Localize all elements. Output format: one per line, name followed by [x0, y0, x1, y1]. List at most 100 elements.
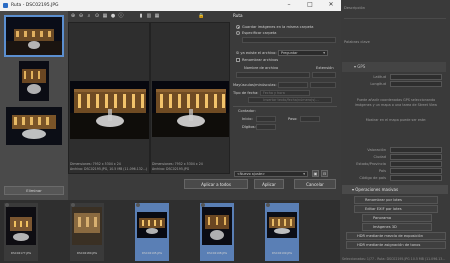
preset-value: <Nuevo ajuste> [237, 172, 265, 176]
film-badge-icon [136, 203, 140, 207]
quad-view-icon[interactable]: ▦ [154, 13, 160, 19]
dialog-titlebar[interactable]: Ruta - DSC02195.JPG – □ ✕ [0, 0, 341, 11]
thumbnail-2[interactable] [19, 61, 49, 101]
single-view-icon[interactable]: ▮ [138, 13, 144, 19]
case-select-name[interactable] [278, 82, 308, 88]
film-thumbnail [6, 207, 36, 245]
city-field[interactable] [390, 154, 442, 160]
film-badge-icon [266, 203, 270, 207]
rename-files-checkbox[interactable] [236, 58, 240, 62]
thumbnail-3[interactable] [6, 107, 62, 145]
original-file-info: Archivo: DSC02195.JPG, 10.5 MB (11.096.1… [70, 167, 148, 171]
batch-ops-header-text: Operaciones masivas [355, 187, 399, 192]
digits-label: Dígitos: [242, 125, 256, 129]
specify-folder-label: Especificar carpeta [242, 31, 277, 35]
longitude-field[interactable] [390, 81, 442, 87]
preview-toolbar: ⊕ ⊖ ⌕ ⊙ ▦ ● ⓘ ▮ ▥ ▦ 🔒 [68, 11, 230, 22]
close-icon[interactable]: ✕ [321, 0, 341, 11]
thumbnail-selected[interactable] [4, 15, 64, 57]
night-fountain-image [70, 81, 149, 139]
film-name: DSC02195.JPG [141, 251, 163, 255]
maximize-icon[interactable]: □ [300, 0, 320, 11]
film-thumbnail [72, 207, 102, 245]
split-view-icon[interactable]: ▥ [146, 13, 152, 19]
dialog-bottom-bar: <Nuevo ajuste> ▾ ▣ ⊟ Aplicar a todos Apl… [68, 170, 341, 200]
zoom-in-icon[interactable]: ⊕ [70, 13, 76, 19]
apply-all-button[interactable]: Aplicar a todos [184, 179, 248, 189]
rename-dialog: Ruta - DSC02195.JPG – □ ✕ Eliminar ⊕ ⊖ ⌕… [0, 0, 341, 200]
panorama-button[interactable]: Panorama [362, 214, 432, 222]
gps-note: Puede añadir coordenadas GPS seleccionan… [354, 98, 438, 107]
extension-field[interactable] [312, 72, 336, 78]
chevron-down-icon: ▾ [303, 172, 305, 176]
batch-exif-button[interactable]: Editar EXIF por lotes [354, 205, 438, 213]
step-label: Paso: [288, 117, 298, 121]
zoom-fit-icon[interactable]: ⌕ [86, 13, 92, 19]
film-item-selected[interactable]: DSC02198.JPG [200, 203, 234, 261]
gps-note-2: Mostrar en el mapa puede ser este: [365, 118, 427, 122]
grid-icon[interactable]: ▦ [102, 13, 108, 19]
status-bar: Seleccionadas: 1/77 - Ruta: DSC02195.JPG… [342, 257, 446, 261]
lock-icon[interactable]: 🔒 [198, 13, 204, 19]
preview-result [150, 22, 230, 174]
batch-rename-button[interactable]: Renombrar por lotes [354, 196, 438, 204]
original-dimensions: Dimensiones: 7952 x 5304 x 24 [70, 162, 121, 166]
hdr-tonemap-button[interactable]: HDR mediante asignación de tonos [346, 241, 446, 249]
film-name: DSC02177.JPG [10, 251, 32, 255]
hdr-exposure-button[interactable]: HDR mediante mezcla de exposición [346, 232, 446, 240]
dialog-title: Ruta - DSC02195.JPG [11, 3, 59, 8]
apply-button[interactable]: Aplicar [254, 179, 284, 189]
remove-button[interactable]: Eliminar [4, 186, 64, 195]
if-exists-label: Si ya existe el archivo: [236, 51, 277, 55]
save-preset-icon[interactable]: ▣ [312, 170, 319, 177]
case-select-ext[interactable] [310, 82, 336, 88]
color-icon[interactable]: ● [110, 13, 116, 19]
cancel-button[interactable]: Cancelar [294, 179, 336, 189]
description-label: Descripción [344, 6, 366, 10]
date-type-select[interactable]: Fecha y hora [260, 90, 310, 96]
latitude-field[interactable] [390, 74, 442, 80]
delete-preset-icon[interactable]: ⊟ [321, 170, 328, 177]
longitude-label: Longitud [370, 82, 386, 86]
country-code-field[interactable] [390, 175, 442, 181]
start-label: Inicio: [242, 117, 253, 121]
step-field[interactable] [300, 116, 320, 122]
thumbnail-image [6, 17, 62, 55]
latitude-label: Latitud [373, 75, 386, 79]
city-label: Ciudad [373, 155, 386, 159]
insert-text-button[interactable]: Insertar texto/fecha/número(s)... [248, 97, 332, 103]
state-field[interactable] [390, 161, 442, 167]
preset-select[interactable]: <Nuevo ajuste> ▾ [234, 171, 308, 177]
insert-text-label: Insertar texto/fecha/número(s)... [263, 98, 319, 102]
night-fountain-result-image [152, 81, 229, 137]
3d-images-button[interactable]: Imágenes 3D [362, 223, 432, 231]
film-item[interactable]: DSC02180.JPG [70, 203, 104, 261]
specify-folder-radio[interactable] [236, 31, 240, 35]
minimize-icon[interactable]: – [279, 0, 299, 11]
zoom-out-icon[interactable]: ⊖ [78, 13, 84, 19]
folder-path-field[interactable] [242, 37, 336, 43]
save-same-folder-radio[interactable] [236, 25, 240, 29]
zoom-actual-icon[interactable]: ⊙ [94, 13, 100, 19]
keywords-label: Palabras clave [344, 40, 370, 44]
country-field[interactable] [390, 168, 442, 174]
batch-ops-header[interactable]: ▾ Operaciones masivas [342, 185, 448, 194]
country-label: País [378, 169, 386, 173]
if-exists-select[interactable]: Preguntar ▾ [278, 50, 328, 56]
digits-field[interactable] [256, 124, 276, 130]
filename-field[interactable] [236, 72, 310, 78]
info-icon[interactable]: ⓘ [118, 13, 124, 19]
film-thumbnail [202, 207, 232, 245]
rating-label: Valoración [367, 148, 386, 152]
app-icon [3, 3, 8, 8]
film-thumbnail [137, 212, 167, 238]
preview-original [68, 22, 150, 174]
film-item[interactable]: DSC02177.JPG [4, 203, 38, 261]
gps-header-text: GPS [357, 64, 366, 69]
gps-section-header[interactable]: ▾ GPS [342, 62, 446, 72]
rating-field[interactable] [390, 147, 442, 153]
settings-title: Ruta [233, 13, 243, 18]
start-field[interactable] [256, 116, 276, 122]
film-item-selected[interactable]: DSC02195.JPG [135, 203, 169, 261]
film-item-selected[interactable]: DSC02199.JPG [265, 203, 299, 261]
